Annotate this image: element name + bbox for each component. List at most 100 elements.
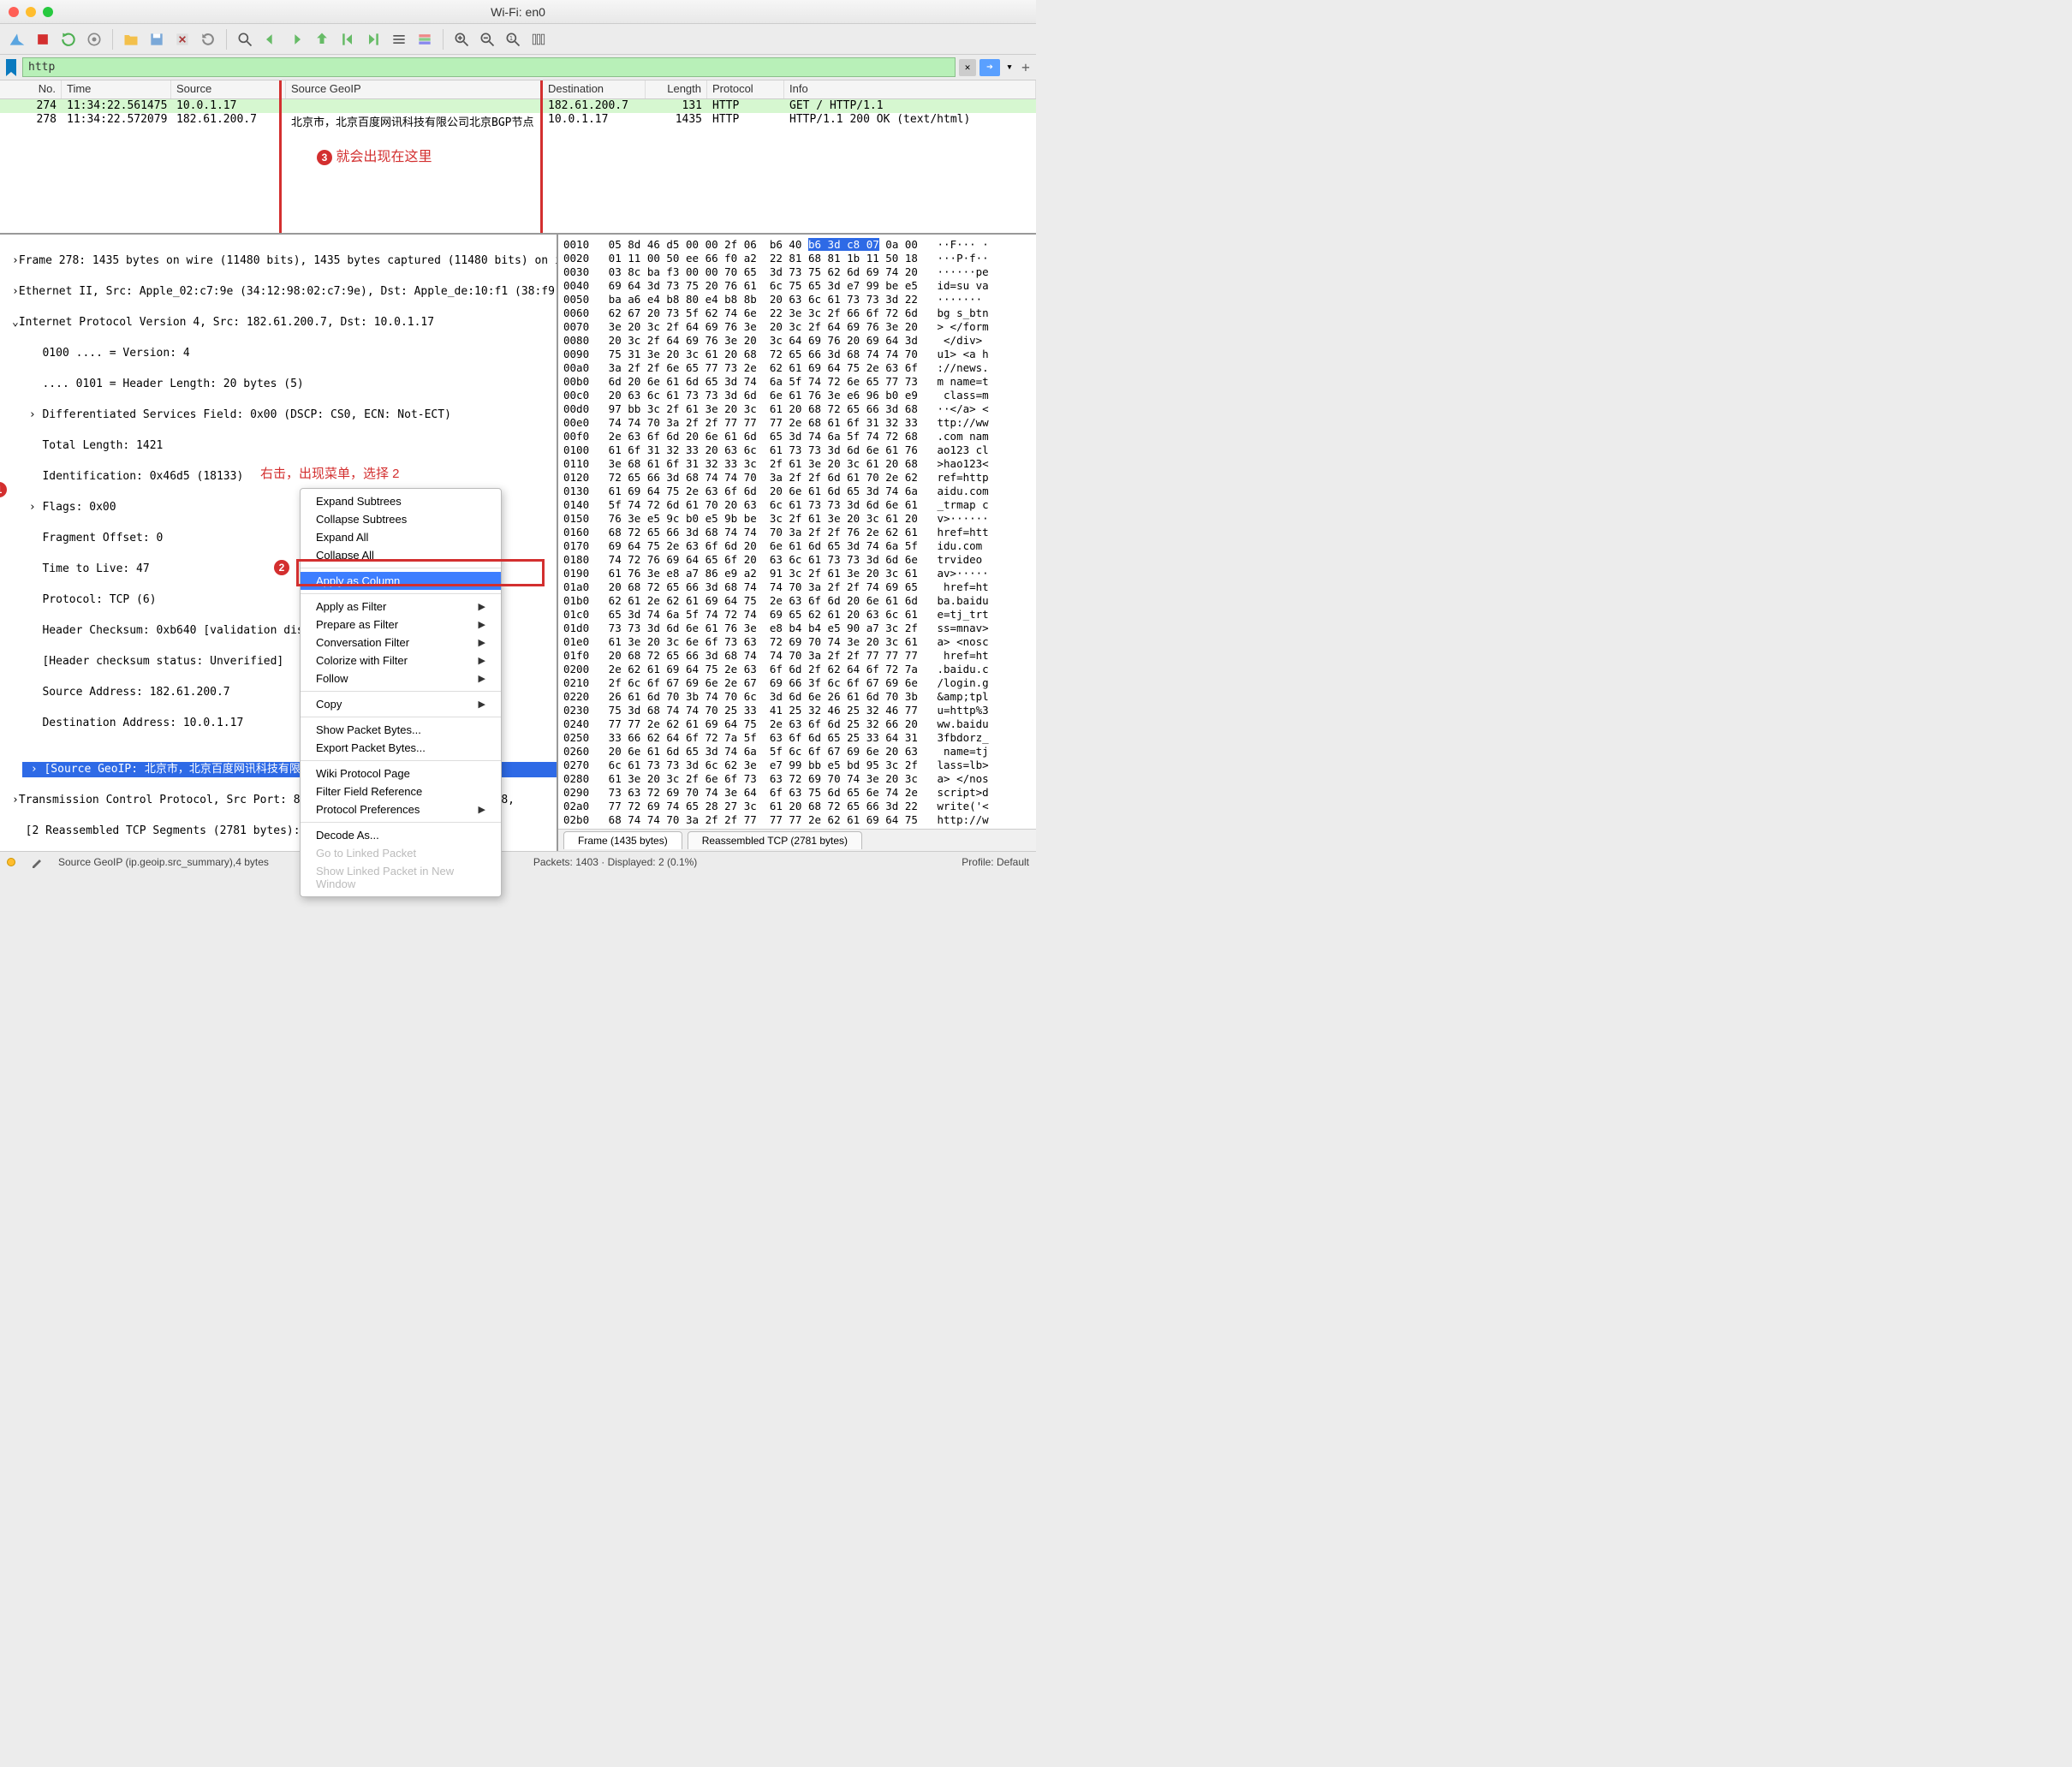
tree-item[interactable]: › Differentiated Services Field: 0x00 (D… (12, 408, 557, 423)
hex-row[interactable]: 0210 2f 6c 6f 67 69 6e 2e 67 69 66 3f 6c… (563, 676, 1031, 690)
hex-row[interactable]: 0240 77 77 2e 62 61 69 64 75 2e 63 6f 6d… (563, 717, 1031, 731)
open-file-button[interactable] (121, 29, 141, 50)
filter-dropdown-icon[interactable]: ▾ (1003, 59, 1015, 76)
packet-row[interactable]: 274 11:34:22.561475 10.0.1.17 182.61.200… (0, 99, 1036, 113)
hex-row[interactable]: 0140 5f 74 72 6d 61 70 20 63 6c 61 73 73… (563, 498, 1031, 512)
filter-add-button[interactable]: + (1019, 59, 1033, 76)
tree-item[interactable]: .... 0101 = Header Length: 20 bytes (5) (12, 377, 557, 392)
hex-row[interactable]: 0170 69 64 75 2e 63 6f 6d 20 6e 61 6d 65… (563, 539, 1031, 553)
hex-row[interactable]: 0130 61 69 64 75 2e 63 6f 6d 20 6e 61 6d… (563, 485, 1031, 498)
edit-icon[interactable] (31, 856, 43, 868)
col-time[interactable]: Time (62, 80, 171, 98)
col-no[interactable]: No. (0, 80, 62, 98)
ctx-colorize-with-filter[interactable]: Colorize with Filter▶ (301, 651, 501, 669)
tree-item[interactable]: ›Ethernet II, Src: Apple_02:c7:9e (34:12… (12, 284, 557, 300)
hex-row[interactable]: 0080 20 3c 2f 64 69 76 3e 20 3c 64 69 76… (563, 334, 1031, 348)
col-destination[interactable]: Destination (543, 80, 646, 98)
status-profile[interactable]: Profile: Default (962, 856, 1029, 868)
hex-row[interactable]: 02a0 77 72 69 74 65 28 27 3c 61 20 68 72… (563, 800, 1031, 813)
go-back-button[interactable] (260, 29, 281, 50)
col-source-geoip[interactable]: Source GeoIP (286, 80, 543, 98)
hex-row[interactable]: 0220 26 61 6d 70 3b 74 70 6c 3d 6d 6e 26… (563, 690, 1031, 704)
tree-item[interactable]: Total Length: 1421 (12, 438, 557, 454)
packet-bytes-pane[interactable]: 0010 05 8d 46 d5 00 00 2f 06 b6 40 b6 3d… (558, 235, 1036, 829)
ctx-apply-as-column[interactable]: Apply as Column (301, 572, 501, 590)
hex-row[interactable]: 0200 2e 62 61 69 64 75 2e 63 6f 6d 2f 62… (563, 663, 1031, 676)
reload-button[interactable] (198, 29, 218, 50)
ctx-expand-all[interactable]: Expand All (301, 528, 501, 546)
ctx-collapse-all[interactable]: Collapse All (301, 546, 501, 564)
hex-row[interactable]: 0180 74 72 76 69 64 65 6f 20 63 6c 61 73… (563, 553, 1031, 567)
hex-row[interactable]: 00e0 74 74 70 3a 2f 2f 77 77 77 2e 68 61… (563, 416, 1031, 430)
close-button[interactable] (9, 7, 19, 17)
hex-row[interactable]: 0230 75 3d 68 74 74 70 25 33 41 25 32 46… (563, 704, 1031, 717)
hex-row[interactable]: 0190 61 76 3e e8 a7 86 e9 a2 91 3c 2f 61… (563, 567, 1031, 580)
go-forward-button[interactable] (286, 29, 307, 50)
bytes-tab-reassembled[interactable]: Reassembled TCP (2781 bytes) (688, 831, 862, 849)
hex-row[interactable]: 00b0 6d 20 6e 61 6d 65 3d 74 6a 5f 74 72… (563, 375, 1031, 389)
hex-row[interactable]: 0260 20 6e 61 6d 65 3d 74 6a 5f 6c 6f 67… (563, 745, 1031, 759)
col-protocol[interactable]: Protocol (707, 80, 784, 98)
hex-row[interactable]: 00a0 3a 2f 2f 6e 65 77 73 2e 62 61 69 64… (563, 361, 1031, 375)
hex-row[interactable]: 00c0 20 63 6c 61 73 73 3d 6d 6e 61 76 3e… (563, 389, 1031, 402)
hex-row[interactable]: 01b0 62 61 2e 62 61 69 64 75 2e 63 6f 6d… (563, 594, 1031, 608)
hex-row[interactable]: 01c0 65 3d 74 6a 5f 74 72 74 69 65 62 61… (563, 608, 1031, 622)
hex-row[interactable]: 0020 01 11 00 50 ee 66 f0 a2 22 81 68 81… (563, 252, 1031, 265)
packet-list-pane[interactable]: No. Time Source Source GeoIP Destination… (0, 80, 1036, 235)
hex-row[interactable]: 0040 69 64 3d 73 75 20 76 61 6c 75 65 3d… (563, 279, 1031, 293)
hex-row[interactable]: 0060 62 67 20 73 5f 62 74 6e 22 3e 3c 2f… (563, 306, 1031, 320)
shark-fin-icon[interactable] (7, 29, 27, 50)
save-file-button[interactable] (146, 29, 167, 50)
ctx-export-packet-bytes[interactable]: Export Packet Bytes... (301, 739, 501, 757)
stop-capture-button[interactable] (33, 29, 53, 50)
hex-row[interactable]: 0010 05 8d 46 d5 00 00 2f 06 b6 40 b6 3d… (563, 238, 1031, 252)
hex-row[interactable]: 0250 33 66 62 64 6f 72 7a 5f 63 6f 6d 65… (563, 731, 1031, 745)
hex-row[interactable]: 0270 6c 61 73 73 3d 6c 62 3e e7 99 bb e5… (563, 759, 1031, 772)
ctx-show-packet-bytes[interactable]: Show Packet Bytes... (301, 721, 501, 739)
hex-row[interactable]: 02b0 68 74 74 70 3a 2f 2f 77 77 77 2e 62… (563, 813, 1031, 827)
hex-row[interactable]: 01a0 20 68 72 65 66 3d 68 74 74 70 3a 2f… (563, 580, 1031, 594)
zoom-in-button[interactable] (451, 29, 472, 50)
ctx-protocol-prefs[interactable]: Protocol Preferences▶ (301, 800, 501, 818)
auto-scroll-button[interactable] (389, 29, 409, 50)
capture-options-button[interactable] (84, 29, 104, 50)
close-file-button[interactable] (172, 29, 193, 50)
col-info[interactable]: Info (784, 80, 1036, 98)
hex-row[interactable]: 0280 61 3e 20 3c 2f 6e 6f 73 63 72 69 70… (563, 772, 1031, 786)
minimize-button[interactable] (26, 7, 36, 17)
col-length[interactable]: Length (646, 80, 707, 98)
hex-row[interactable]: 00d0 97 bb 3c 2f 61 3e 20 3c 61 20 68 72… (563, 402, 1031, 416)
expert-info-icon[interactable] (7, 858, 15, 866)
hex-row[interactable]: 0150 76 3e e5 9c b0 e5 9b be 3c 2f 61 3e… (563, 512, 1031, 526)
tree-item[interactable]: ›Frame 278: 1435 bytes on wire (11480 bi… (12, 253, 557, 269)
ctx-filter-field-ref[interactable]: Filter Field Reference (301, 782, 501, 800)
packet-list-header[interactable]: No. Time Source Source GeoIP Destination… (0, 80, 1036, 99)
hex-row[interactable]: 0050 ba a6 e4 b8 80 e4 b8 8b 20 63 6c 61… (563, 293, 1031, 306)
hex-row[interactable]: 0160 68 72 65 66 3d 68 74 74 70 3a 2f 2f… (563, 526, 1031, 539)
zoom-reset-button[interactable]: 1 (503, 29, 523, 50)
ctx-collapse-subtrees[interactable]: Collapse Subtrees (301, 510, 501, 528)
hex-row[interactable]: 01e0 61 3e 20 3c 6e 6f 73 63 72 69 70 74… (563, 635, 1031, 649)
hex-row[interactable]: 0070 3e 20 3c 2f 64 69 76 3e 20 3c 2f 64… (563, 320, 1031, 334)
hex-row[interactable]: 01f0 20 68 72 65 66 3d 68 74 74 70 3a 2f… (563, 649, 1031, 663)
hex-row[interactable]: 02c0 2e 63 6f 6d 2f 62 64 6f 72 7a 2f 6c… (563, 827, 1031, 829)
restart-capture-button[interactable] (58, 29, 79, 50)
ctx-apply-as-filter[interactable]: Apply as Filter▶ (301, 598, 501, 616)
filter-clear-button[interactable]: ✕ (959, 59, 976, 76)
hex-row[interactable]: 0290 73 63 72 69 70 74 3e 64 6f 63 75 6d… (563, 786, 1031, 800)
hex-row[interactable]: 01d0 73 73 3d 6d 6e 61 76 3e e8 b4 b4 e5… (563, 622, 1031, 635)
hex-row[interactable]: 0110 3e 68 61 6f 31 32 33 3c 2f 61 3e 20… (563, 457, 1031, 471)
hex-row[interactable]: 0100 61 6f 31 32 33 20 63 6c 61 73 73 3d… (563, 443, 1031, 457)
go-to-packet-button[interactable] (312, 29, 332, 50)
ctx-decode-as[interactable]: Decode As... (301, 826, 501, 844)
display-filter-input[interactable] (22, 57, 956, 77)
bookmark-icon[interactable] (3, 58, 19, 77)
hex-row[interactable]: 0120 72 65 66 3d 68 74 74 70 3a 2f 2f 6d… (563, 471, 1031, 485)
packet-row[interactable]: 278 11:34:22.572079 182.61.200.7 北京市，北京百… (0, 113, 1036, 132)
filter-apply-button[interactable]: ➔ (979, 59, 1000, 76)
ctx-follow[interactable]: Follow▶ (301, 669, 501, 687)
colorize-button[interactable] (414, 29, 435, 50)
bytes-tab-frame[interactable]: Frame (1435 bytes) (563, 831, 682, 849)
tree-item[interactable]: 0100 .... = Version: 4 (12, 346, 557, 361)
go-first-button[interactable] (337, 29, 358, 50)
